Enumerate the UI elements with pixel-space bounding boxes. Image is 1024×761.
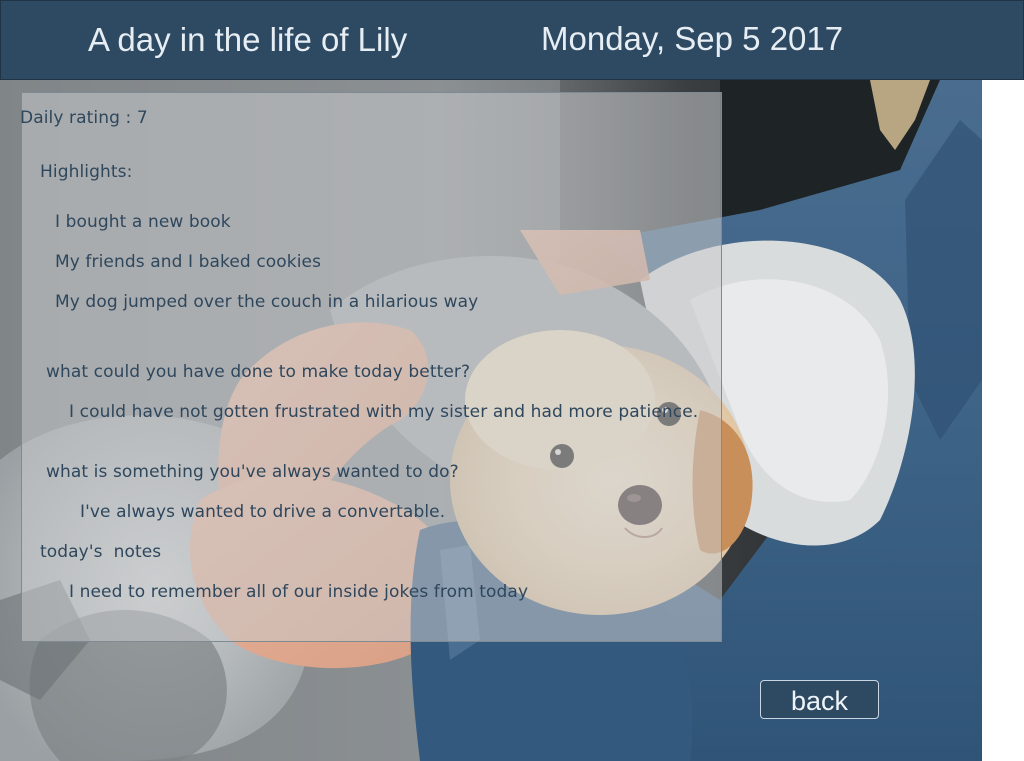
- highlight-item: My friends and I baked cookies: [55, 252, 322, 272]
- daily-rating: Daily rating : 7: [20, 108, 148, 128]
- notes-heading: today's notes: [40, 542, 162, 562]
- back-button[interactable]: back: [760, 680, 879, 719]
- answer-always-wanted: I've always wanted to drive a convertabl…: [80, 502, 446, 522]
- question-better-day: what could you have done to make today b…: [46, 362, 471, 382]
- answer-better-day: I could have not gotten frustrated with …: [69, 402, 699, 422]
- entry-date: Monday, Sep 5 2017: [541, 20, 844, 57]
- journal-entry-card: Daily rating : 7 Highlights: I bought a …: [20, 92, 722, 642]
- question-always-wanted: what is something you've always wanted t…: [46, 462, 459, 482]
- highlight-item: My dog jumped over the couch in a hilari…: [55, 292, 479, 312]
- header-bar: A day in the life of Lily Monday, Sep 5 …: [0, 0, 1024, 80]
- page-title: A day in the life of Lily: [88, 21, 408, 58]
- notes-text: I need to remember all of our inside jok…: [69, 582, 529, 602]
- highlights-heading: Highlights:: [40, 162, 133, 182]
- highlight-item: I bought a new book: [55, 212, 231, 232]
